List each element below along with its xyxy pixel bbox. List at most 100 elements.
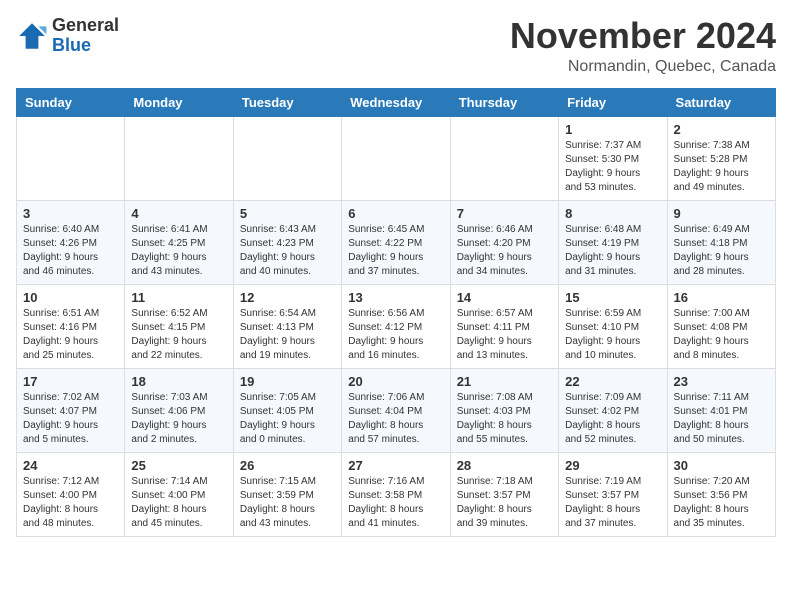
calendar-week-3: 10 Sunrise: 6:51 AM Sunset: 4:16 PM Dayli… [17,284,776,368]
calendar-cell: 18 Sunrise: 7:03 AM Sunset: 4:06 PM Dayli… [125,368,233,452]
calendar-cell: 21 Sunrise: 7:08 AM Sunset: 4:03 PM Dayli… [450,368,558,452]
calendar-cell: 22 Sunrise: 7:09 AM Sunset: 4:02 PM Dayli… [559,368,667,452]
day-info: Sunrise: 6:52 AM Sunset: 4:15 PM Dayligh… [131,307,226,363]
day-number: 11 [131,290,226,305]
day-number: 8 [565,206,660,221]
day-number: 2 [674,122,769,137]
day-number: 6 [348,206,443,221]
day-info: Sunrise: 7:18 AM Sunset: 3:57 PM Dayligh… [457,475,552,531]
day-number: 20 [348,374,443,389]
day-number: 30 [674,458,769,473]
day-info: Sunrise: 7:37 AM Sunset: 5:30 PM Dayligh… [565,139,660,195]
weekday-header-saturday: Saturday [667,88,775,116]
logo: General Blue [16,16,119,56]
day-number: 10 [23,290,118,305]
day-info: Sunrise: 6:51 AM Sunset: 4:16 PM Dayligh… [23,307,118,363]
calendar-cell: 9 Sunrise: 6:49 AM Sunset: 4:18 PM Daylig… [667,200,775,284]
day-number: 14 [457,290,552,305]
calendar-week-5: 24Sunrise: 7:12 AM Sunset: 4:00 PM Dayli… [17,452,776,536]
calendar-cell: 5Sunrise: 6:43 AM Sunset: 4:23 PM Daylig… [233,200,341,284]
calendar-cell: 3Sunrise: 6:40 AM Sunset: 4:26 PM Daylig… [17,200,125,284]
day-number: 17 [23,374,118,389]
calendar-cell: 4Sunrise: 6:41 AM Sunset: 4:25 PM Daylig… [125,200,233,284]
day-info: Sunrise: 6:54 AM Sunset: 4:13 PM Dayligh… [240,307,335,363]
day-number: 26 [240,458,335,473]
calendar-week-2: 3Sunrise: 6:40 AM Sunset: 4:26 PM Daylig… [17,200,776,284]
calendar-cell [17,116,125,200]
weekday-header-sunday: Sunday [17,88,125,116]
day-info: Sunrise: 6:45 AM Sunset: 4:22 PM Dayligh… [348,223,443,279]
day-info: Sunrise: 6:46 AM Sunset: 4:20 PM Dayligh… [457,223,552,279]
day-info: Sunrise: 6:49 AM Sunset: 4:18 PM Dayligh… [674,223,769,279]
day-number: 29 [565,458,660,473]
calendar-cell: 7 Sunrise: 6:46 AM Sunset: 4:20 PM Daylig… [450,200,558,284]
calendar-cell: 15Sunrise: 6:59 AM Sunset: 4:10 PM Dayli… [559,284,667,368]
day-number: 7 [457,206,552,221]
day-number: 27 [348,458,443,473]
calendar-cell [450,116,558,200]
calendar-cell: 20 Sunrise: 7:06 AM Sunset: 4:04 PM Dayli… [342,368,450,452]
day-number: 16 [674,290,769,305]
calendar-cell: 16 Sunrise: 7:00 AM Sunset: 4:08 PM Dayli… [667,284,775,368]
month-title: November 2024 [510,16,776,56]
day-info: Sunrise: 7:08 AM Sunset: 4:03 PM Dayligh… [457,391,552,447]
weekday-header-wednesday: Wednesday [342,88,450,116]
weekday-header-thursday: Thursday [450,88,558,116]
calendar-cell: 10 Sunrise: 6:51 AM Sunset: 4:16 PM Dayli… [17,284,125,368]
calendar-cell [342,116,450,200]
day-info: Sunrise: 6:43 AM Sunset: 4:23 PM Dayligh… [240,223,335,279]
calendar-cell: 27 Sunrise: 7:16 AM Sunset: 3:58 PM Dayli… [342,452,450,536]
calendar-cell: 24Sunrise: 7:12 AM Sunset: 4:00 PM Dayli… [17,452,125,536]
calendar-cell: 12Sunrise: 6:54 AM Sunset: 4:13 PM Dayli… [233,284,341,368]
calendar-cell: 1 Sunrise: 7:37 AM Sunset: 5:30 PM Daylig… [559,116,667,200]
logo-blue: Blue [52,36,119,56]
calendar-cell: 8 Sunrise: 6:48 AM Sunset: 4:19 PM Daylig… [559,200,667,284]
day-number: 1 [565,122,660,137]
day-info: Sunrise: 7:19 AM Sunset: 3:57 PM Dayligh… [565,475,660,531]
day-info: Sunrise: 7:00 AM Sunset: 4:08 PM Dayligh… [674,307,769,363]
day-info: Sunrise: 6:56 AM Sunset: 4:12 PM Dayligh… [348,307,443,363]
day-number: 4 [131,206,226,221]
calendar-cell: 11 Sunrise: 6:52 AM Sunset: 4:15 PM Dayli… [125,284,233,368]
day-info: Sunrise: 7:06 AM Sunset: 4:04 PM Dayligh… [348,391,443,447]
calendar-cell [125,116,233,200]
day-info: Sunrise: 6:48 AM Sunset: 4:19 PM Dayligh… [565,223,660,279]
day-info: Sunrise: 7:20 AM Sunset: 3:56 PM Dayligh… [674,475,769,531]
day-info: Sunrise: 6:57 AM Sunset: 4:11 PM Dayligh… [457,307,552,363]
day-number: 9 [674,206,769,221]
day-number: 15 [565,290,660,305]
day-info: Sunrise: 7:16 AM Sunset: 3:58 PM Dayligh… [348,475,443,531]
logo-icon [16,20,48,52]
calendar-cell: 2 Sunrise: 7:38 AM Sunset: 5:28 PM Daylig… [667,116,775,200]
day-number: 18 [131,374,226,389]
day-info: Sunrise: 7:09 AM Sunset: 4:02 PM Dayligh… [565,391,660,447]
location-subtitle: Normandin, Quebec, Canada [510,58,776,76]
calendar-cell [233,116,341,200]
calendar-cell: 19 Sunrise: 7:05 AM Sunset: 4:05 PM Dayli… [233,368,341,452]
day-info: Sunrise: 6:40 AM Sunset: 4:26 PM Dayligh… [23,223,118,279]
day-info: Sunrise: 7:05 AM Sunset: 4:05 PM Dayligh… [240,391,335,447]
day-number: 13 [348,290,443,305]
day-number: 19 [240,374,335,389]
day-info: Sunrise: 7:02 AM Sunset: 4:07 PM Dayligh… [23,391,118,447]
calendar-cell: 28 Sunrise: 7:18 AM Sunset: 3:57 PM Dayli… [450,452,558,536]
logo-general: General [52,16,119,36]
weekday-header-monday: Monday [125,88,233,116]
calendar-week-4: 17 Sunrise: 7:02 AM Sunset: 4:07 PM Dayli… [17,368,776,452]
day-number: 28 [457,458,552,473]
day-info: Sunrise: 7:38 AM Sunset: 5:28 PM Dayligh… [674,139,769,195]
calendar-cell: 6 Sunrise: 6:45 AM Sunset: 4:22 PM Daylig… [342,200,450,284]
day-info: Sunrise: 7:03 AM Sunset: 4:06 PM Dayligh… [131,391,226,447]
calendar-cell: 13 Sunrise: 6:56 AM Sunset: 4:12 PM Dayli… [342,284,450,368]
day-number: 25 [131,458,226,473]
day-info: Sunrise: 7:15 AM Sunset: 3:59 PM Dayligh… [240,475,335,531]
day-info: Sunrise: 7:12 AM Sunset: 4:00 PM Dayligh… [23,475,118,531]
day-number: 23 [674,374,769,389]
calendar-cell: 30 Sunrise: 7:20 AM Sunset: 3:56 PM Dayli… [667,452,775,536]
page-header: General Blue November 2024 Normandin, Qu… [16,16,776,76]
day-number: 22 [565,374,660,389]
calendar-cell: 29 Sunrise: 7:19 AM Sunset: 3:57 PM Dayli… [559,452,667,536]
calendar-cell: 25Sunrise: 7:14 AM Sunset: 4:00 PM Dayli… [125,452,233,536]
calendar-cell: 17 Sunrise: 7:02 AM Sunset: 4:07 PM Dayli… [17,368,125,452]
day-number: 21 [457,374,552,389]
